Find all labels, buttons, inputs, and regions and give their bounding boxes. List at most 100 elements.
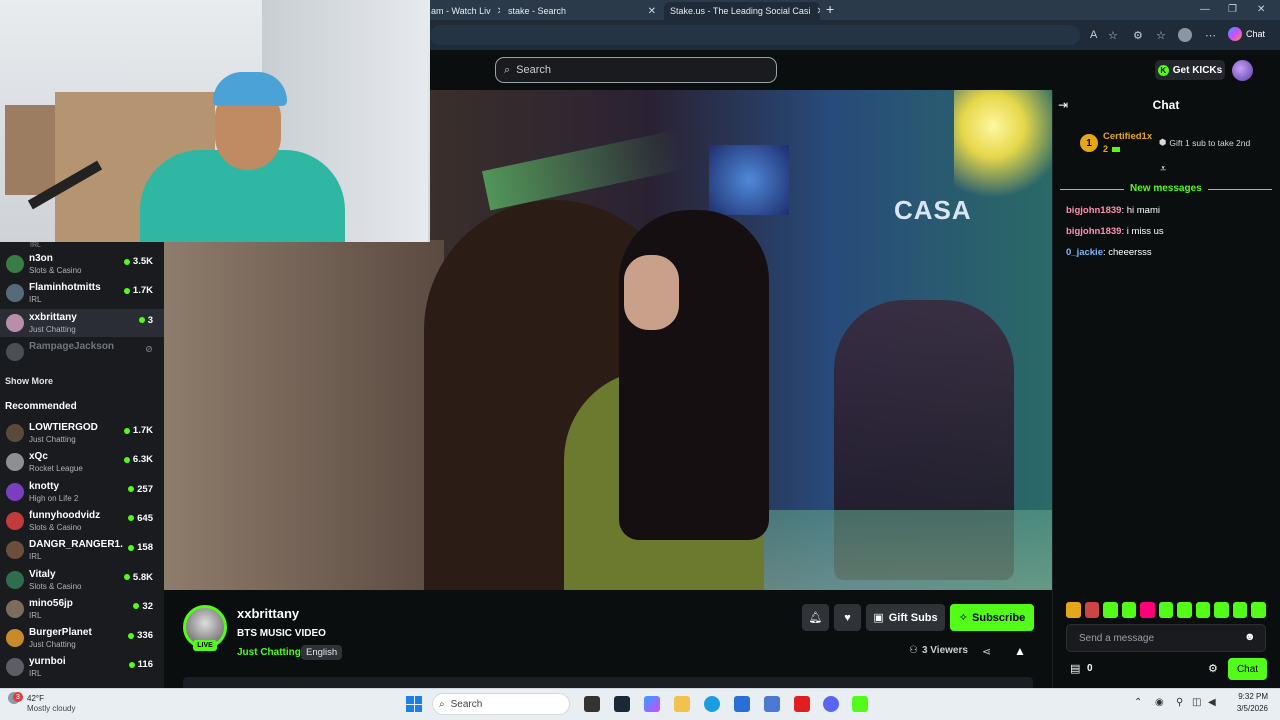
sidebar-channel-0[interactable]: n3on Slots & Casino 3.5K: [0, 250, 164, 278]
tab-close-icon[interactable]: ✕: [642, 6, 656, 17]
chat-username[interactable]: bigjohn1839: [1066, 205, 1121, 216]
weather-temperature[interactable]: 42°F: [27, 694, 44, 703]
address-field[interactable]: [430, 25, 1080, 45]
maximize-icon[interactable]: ❐: [1228, 4, 1237, 15]
edge-browser-icon[interactable]: [704, 696, 720, 712]
emote-2-icon[interactable]: [1103, 602, 1118, 618]
channel-avatar: [6, 453, 24, 472]
subscribe-button[interactable]: ✧ Subscribe: [950, 604, 1034, 631]
volume-icon[interactable]: ◀︎: [1208, 697, 1216, 708]
stream-language-tag[interactable]: English: [301, 645, 343, 660]
read-aloud-icon[interactable]: A: [1090, 29, 1097, 41]
pinned-toggle-icon[interactable]: ⩡: [1160, 163, 1166, 176]
minimize-icon[interactable]: —: [1200, 4, 1210, 15]
sidebar-channel-3[interactable]: RampageJackson ⊘: [0, 338, 164, 366]
browser-tab-search[interactable]: stake - Search ✕: [502, 2, 662, 20]
search-input[interactable]: ⌕ Search: [495, 57, 777, 83]
sidebar-channel-2[interactable]: knotty High on Life 2 257: [0, 478, 164, 506]
emote-0-icon[interactable]: [1066, 602, 1081, 618]
channel-name: funnyhoodvidz: [29, 509, 101, 521]
channel-name: LOWTIERGOD: [29, 422, 98, 433]
emote-8-icon[interactable]: [1214, 602, 1229, 618]
sidebar-channel-5[interactable]: Vitaly Slots & Casino 5.8K: [0, 566, 164, 594]
chat-message-input[interactable]: Send a message: [1066, 624, 1266, 652]
sidebar-channel-0[interactable]: LOWTIERGOD Just Chatting 1.7K: [0, 419, 164, 447]
weather-description[interactable]: Mostly cloudy: [27, 704, 75, 713]
get-kicks-button[interactable]: K Get KICKs: [1155, 60, 1225, 80]
gift-prompt[interactable]: ⬢ Gift 1 sub to take 2nd: [1159, 137, 1250, 148]
collapse-chat-icon[interactable]: ⇥: [1058, 98, 1068, 112]
close-window-icon[interactable]: ✕: [1257, 4, 1265, 15]
mail-icon[interactable]: [764, 696, 780, 712]
extensions-icon[interactable]: ⚙: [1133, 29, 1143, 42]
report-warning-icon[interactable]: ▲: [1014, 644, 1026, 658]
emote-9-icon[interactable]: [1232, 602, 1248, 618]
copilot-chat-button[interactable]: Chat: [1228, 27, 1265, 41]
clock-time[interactable]: 9:32 PM: [1230, 692, 1268, 701]
sidebar-channel-1[interactable]: xQc Rocket League 6.3K: [0, 448, 164, 476]
sidebar-channel-7[interactable]: BurgerPlanet Just Chatting 336: [0, 624, 164, 652]
show-more-link[interactable]: Show More: [5, 376, 53, 386]
task-view-icon[interactable]: [584, 696, 600, 712]
live-dot-icon: [123, 258, 130, 265]
stream-category-link[interactable]: Just Chatting: [237, 647, 301, 658]
chat-send-button[interactable]: Chat: [1228, 658, 1267, 680]
channel-viewer-count: 257: [128, 484, 153, 495]
chat-username[interactable]: bigjohn1839: [1066, 226, 1121, 237]
favorites-icon[interactable]: ☆: [1156, 29, 1166, 42]
viewer-number: 1.7K: [132, 285, 153, 297]
file-explorer-icon[interactable]: [674, 696, 690, 712]
emote-10-icon[interactable]: [1251, 602, 1267, 618]
kicks-wallet-icon[interactable]: ▤: [1070, 662, 1080, 675]
emote-3-icon[interactable]: [1121, 602, 1137, 618]
channel-category: IRL: [29, 295, 42, 305]
emote-7-icon[interactable]: [1195, 602, 1211, 618]
emote-5-icon[interactable]: [1158, 602, 1174, 618]
share-icon[interactable]: ⋖: [982, 645, 991, 658]
emote-1-icon[interactable]: [1084, 602, 1100, 618]
sidebar-channel-3[interactable]: funnyhoodvidz Slots & Casino 645: [0, 507, 164, 535]
taskbar-search-box[interactable]: ⌕ Search: [432, 693, 570, 715]
tray-overflow-icon[interactable]: ⌃: [1134, 697, 1142, 708]
emote-6-icon[interactable]: [1177, 602, 1192, 618]
clock-date[interactable]: 3/5/2026: [1226, 704, 1268, 713]
discord-icon[interactable]: [823, 696, 839, 712]
follow-heart-button[interactable]: ♥: [834, 604, 861, 631]
favorite-star-icon[interactable]: ☆: [1108, 29, 1118, 42]
network-icon[interactable]: ◫: [1192, 697, 1201, 708]
copilot-icon: [1228, 27, 1242, 41]
tab-close-icon[interactable]: ✕: [810, 6, 820, 17]
chat-settings-gear-icon[interactable]: ⚙: [1208, 662, 1218, 675]
notification-bell-button[interactable]: 🔔︎: [802, 604, 829, 631]
sidebar-channel-4[interactable]: DANGR_RANGER1... IRL 158: [0, 536, 164, 564]
channel-category: Slots & Casino: [29, 581, 82, 591]
chat-username[interactable]: 0_jackie: [1066, 247, 1103, 258]
sidebar-channel-8[interactable]: yurnboi IRL 116: [0, 653, 164, 681]
streamer-name[interactable]: xxbrittany: [237, 606, 299, 621]
channel-viewer-count: 1.7K: [123, 285, 153, 297]
profile-avatar[interactable]: [1178, 28, 1192, 42]
browser-tab-kick[interactable]: am - Watch Liv ✕: [425, 2, 500, 20]
user-avatar[interactable]: [1232, 60, 1253, 81]
emote-4-icon[interactable]: [1140, 602, 1155, 618]
kick-app-icon[interactable]: [852, 696, 868, 712]
microphone-icon[interactable]: ⚲: [1176, 697, 1183, 708]
channel-avatar: [6, 570, 24, 589]
sidebar-channel-1[interactable]: Flaminhotmitts IRL 1.7K: [0, 279, 164, 307]
browser-tab-stake[interactable]: Stake.us - The Leading Social Casi ✕: [664, 2, 820, 20]
emoji-picker-icon[interactable]: ☻: [1244, 631, 1256, 643]
more-menu-icon[interactable]: ⋯: [1205, 29, 1216, 42]
windows-start-icon[interactable]: [406, 696, 422, 712]
sidebar-channel-2[interactable]: xxbrittany Just Chatting 3: [0, 308, 164, 337]
steam-icon[interactable]: [614, 696, 630, 712]
chat-message: bigjohn1839: hi mami: [1066, 205, 1160, 216]
copilot-app-icon[interactable]: [644, 696, 660, 712]
tray-app-icon[interactable]: ◉: [1155, 697, 1164, 708]
tab-close-icon[interactable]: ✕: [491, 6, 500, 17]
youtube-icon[interactable]: [794, 696, 810, 712]
new-tab-button[interactable]: +: [826, 1, 834, 17]
sidebar-channel-6[interactable]: mino56jp IRL 32: [0, 595, 164, 623]
store-icon[interactable]: [734, 696, 750, 712]
gift-subs-button[interactable]: ▣ Gift Subs: [866, 604, 945, 631]
gift-leader-name[interactable]: Certified1x: [1103, 131, 1152, 142]
